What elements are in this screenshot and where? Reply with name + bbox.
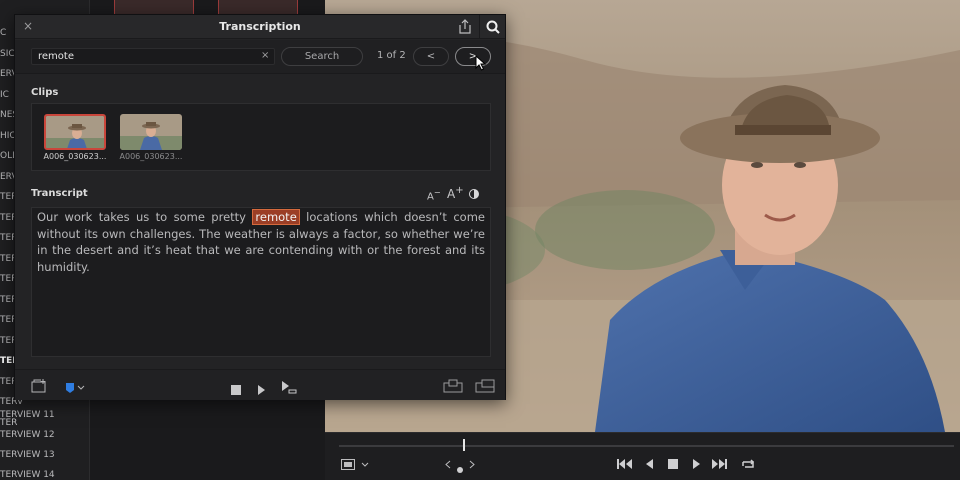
overwrite-clip-icon[interactable] — [475, 378, 495, 397]
clip-thumbnail-image — [120, 114, 182, 150]
transcript-text[interactable]: Our work takes us to some pretty remote … — [31, 207, 491, 357]
contrast-icon[interactable] — [469, 189, 479, 202]
clip-thumbnail[interactable] — [120, 114, 182, 150]
clip-thumbnail[interactable] — [44, 114, 106, 150]
bin-item[interactable]: TERVIEW 13 — [0, 450, 55, 460]
playhead[interactable] — [463, 439, 465, 451]
next-icon[interactable] — [469, 459, 475, 472]
app-window: C SIC ERVI IC NES HICS OLL ERVI TERV TERV TERV TERV… — [0, 0, 960, 480]
stop-icon[interactable] — [668, 459, 678, 472]
loop-icon[interactable] — [740, 459, 756, 473]
clip-name: A006_030623... — [119, 152, 183, 161]
transcript-label: Transcript — [31, 188, 88, 199]
panel-title: Transcription — [219, 20, 301, 33]
decrease-font-glyph: A — [427, 191, 434, 203]
titlebar-divider — [479, 15, 480, 39]
search-input[interactable] — [31, 48, 275, 65]
increase-font-icon[interactable]: A+ — [447, 185, 464, 201]
clips-label: Clips — [31, 87, 59, 98]
transport-bar — [325, 432, 960, 480]
dot-icon — [457, 463, 463, 476]
reverse-play-icon[interactable] — [645, 459, 654, 472]
play-icon[interactable] — [257, 380, 266, 399]
decrease-font-sup: − — [433, 187, 441, 197]
bin-item[interactable]: SIC — [0, 49, 15, 59]
search-highlight[interactable]: remote — [252, 209, 300, 225]
bin-item[interactable]: TERVIEW 11 — [0, 410, 55, 420]
clip-name: A006_030623... — [43, 152, 107, 161]
play-icon[interactable] — [692, 459, 701, 472]
marker-icon[interactable] — [65, 379, 87, 398]
add-bin-icon[interactable] — [31, 378, 47, 397]
viewer-mode-icon[interactable] — [341, 459, 355, 473]
search-row: × Search 1 of 2 < > — [15, 40, 505, 74]
panel-footer — [15, 369, 505, 400]
clear-search-icon[interactable]: × — [261, 50, 269, 61]
play-to-timeline-icon[interactable] — [281, 379, 297, 398]
skip-forward-icon[interactable] — [712, 459, 727, 472]
stop-icon[interactable] — [231, 380, 241, 399]
result-count: 1 of 2 — [377, 50, 406, 61]
decrease-font-icon[interactable]: A− — [427, 187, 441, 202]
share-icon[interactable] — [455, 18, 475, 36]
search-button[interactable]: Search — [281, 47, 363, 66]
mouse-cursor-icon — [475, 54, 487, 75]
bin-item[interactable]: IC — [0, 90, 9, 100]
bin-item[interactable]: C — [0, 28, 6, 38]
prev-icon[interactable] — [445, 459, 451, 472]
chevron-down-icon[interactable] — [361, 459, 369, 472]
clips-list: A006_030623... A006_030623... — [31, 103, 491, 171]
bin-item[interactable]: TERVIEW 12 — [0, 430, 55, 440]
transcript-text-before: Our work takes us to some pretty — [37, 210, 253, 224]
previous-result-button[interactable]: < — [413, 47, 449, 66]
bin-item[interactable]: TERVIEW 14 — [0, 470, 55, 480]
increase-font-sup: + — [455, 185, 464, 196]
panel-titlebar[interactable]: × Transcription — [15, 15, 505, 39]
transcription-panel: × Transcription × Search 1 of 2 < > Clip… — [14, 14, 506, 400]
search-icon[interactable] — [483, 18, 503, 36]
scrub-bar[interactable] — [339, 445, 954, 447]
skip-back-icon[interactable] — [617, 459, 632, 472]
clip-thumbnail-image — [46, 116, 104, 148]
insert-clip-icon[interactable] — [443, 378, 463, 397]
increase-font-glyph: A — [447, 187, 456, 201]
